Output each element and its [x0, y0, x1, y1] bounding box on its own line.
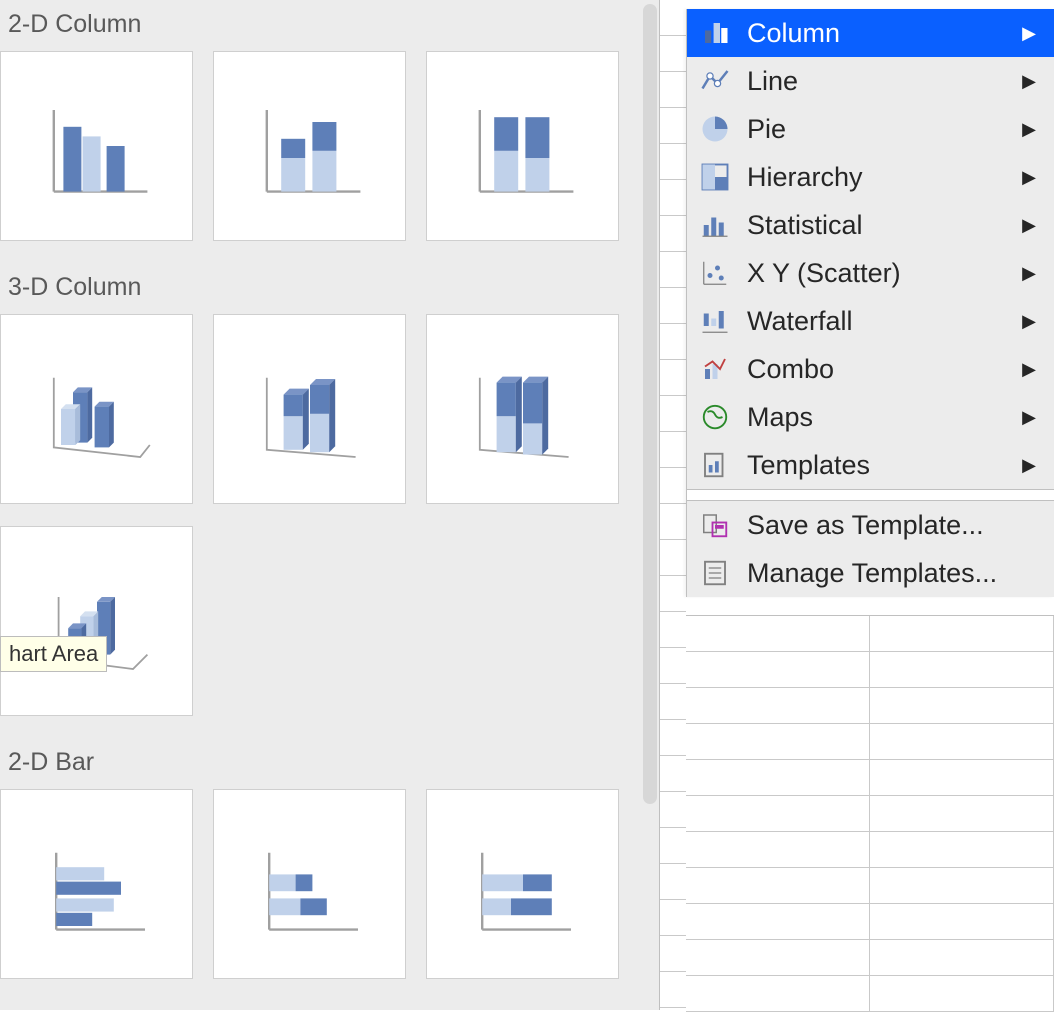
menu-label: Line: [747, 66, 1022, 97]
hierarchy-icon: [697, 159, 733, 195]
clustered-column-icon: [37, 86, 157, 206]
section-header-3d-column: 3-D Column: [0, 263, 659, 314]
submenu-arrow-icon: ▶: [1022, 167, 1036, 188]
submenu-arrow-icon: ▶: [1022, 71, 1036, 92]
stacked-column-icon: [250, 86, 370, 206]
menu-item-templates[interactable]: Templates ▶: [687, 441, 1054, 489]
stacked-bar-icon: [250, 824, 370, 944]
clustered-column-3d-icon: [37, 349, 157, 469]
menu-label: X Y (Scatter): [747, 258, 1022, 289]
menu-item-statistical[interactable]: Statistical ▶: [687, 201, 1054, 249]
chart-gallery-panel: 2-D Column: [0, 0, 660, 1010]
menu-item-scatter[interactable]: X Y (Scatter) ▶: [687, 249, 1054, 297]
menu-label: Maps: [747, 402, 1022, 433]
thumb-stacked-bar[interactable]: [213, 789, 406, 979]
manage-templates-icon: [697, 555, 733, 591]
thumb-row-3d-column: [0, 314, 659, 526]
menu-label: Pie: [747, 114, 1022, 145]
menu-item-combo[interactable]: Combo ▶: [687, 345, 1054, 393]
menu-item-manage-templates[interactable]: Manage Templates...: [687, 549, 1054, 597]
full-stacked-bar-icon: [463, 824, 583, 944]
menu-label: Manage Templates...: [747, 558, 1036, 589]
thumb-3d-stacked-column[interactable]: [213, 314, 406, 504]
thumb-clustered-column[interactable]: [0, 51, 193, 241]
thumb-row-2d-bar: [0, 789, 659, 1001]
pie-icon: [697, 111, 733, 147]
submenu-arrow-icon: ▶: [1022, 23, 1036, 44]
menu-label: Waterfall: [747, 306, 1022, 337]
maps-icon: [697, 399, 733, 435]
section-header-2d-bar: 2-D Bar: [0, 738, 659, 789]
save-template-icon: [697, 507, 733, 543]
menu-label: Statistical: [747, 210, 1022, 241]
thumb-stacked-column[interactable]: [213, 51, 406, 241]
menu-item-line[interactable]: Line ▶: [687, 57, 1054, 105]
tooltip-chart-area: hart Area: [0, 636, 107, 672]
menu-item-save-template[interactable]: Save as Template...: [687, 501, 1054, 549]
submenu-arrow-icon: ▶: [1022, 407, 1036, 428]
menu-item-pie[interactable]: Pie ▶: [687, 105, 1054, 153]
menu-label: Templates: [747, 450, 1022, 481]
thumb-100-stacked-column[interactable]: [426, 51, 619, 241]
menu-label: Column: [747, 18, 1022, 49]
statistical-icon: [697, 207, 733, 243]
section-header-2d-column: 2-D Column: [0, 0, 659, 51]
waterfall-icon: [697, 303, 733, 339]
menu-separator: [687, 489, 1054, 501]
menu-item-column[interactable]: Column ▶: [687, 9, 1054, 57]
menu-label: Combo: [747, 354, 1022, 385]
clustered-bar-icon: [37, 824, 157, 944]
menu-label: Hierarchy: [747, 162, 1022, 193]
column-icon: [697, 15, 733, 51]
submenu-arrow-icon: ▶: [1022, 263, 1036, 284]
full-stacked-column-3d-icon: [463, 349, 583, 469]
chart-type-menu: Column ▶ Line ▶ Pie ▶ Hierarchy ▶ Statis…: [686, 9, 1054, 597]
gallery-scrollbar[interactable]: [643, 4, 657, 804]
menu-item-waterfall[interactable]: Waterfall ▶: [687, 297, 1054, 345]
full-stacked-column-icon: [463, 86, 583, 206]
menu-item-maps[interactable]: Maps ▶: [687, 393, 1054, 441]
menu-item-hierarchy[interactable]: Hierarchy ▶: [687, 153, 1054, 201]
submenu-arrow-icon: ▶: [1022, 455, 1036, 476]
thumb-3d-100-stacked-column[interactable]: [426, 314, 619, 504]
submenu-arrow-icon: ▶: [1022, 359, 1036, 380]
thumb-3d-clustered-column[interactable]: [0, 314, 193, 504]
thumb-3d-column[interactable]: [0, 526, 193, 716]
background-grid-sliver: [660, 0, 686, 1010]
spreadsheet-grid[interactable]: [686, 615, 1054, 1010]
thumb-100-stacked-bar[interactable]: [426, 789, 619, 979]
combo-icon: [697, 351, 733, 387]
submenu-arrow-icon: ▶: [1022, 311, 1036, 332]
scatter-icon: [697, 255, 733, 291]
thumb-row-2d-column: [0, 51, 659, 263]
thumb-row-3d-column-2: [0, 526, 659, 738]
stacked-column-3d-icon: [250, 349, 370, 469]
templates-icon: [697, 447, 733, 483]
menu-label: Save as Template...: [747, 510, 1036, 541]
submenu-arrow-icon: ▶: [1022, 119, 1036, 140]
thumb-clustered-bar[interactable]: [0, 789, 193, 979]
line-icon: [697, 63, 733, 99]
submenu-arrow-icon: ▶: [1022, 215, 1036, 236]
